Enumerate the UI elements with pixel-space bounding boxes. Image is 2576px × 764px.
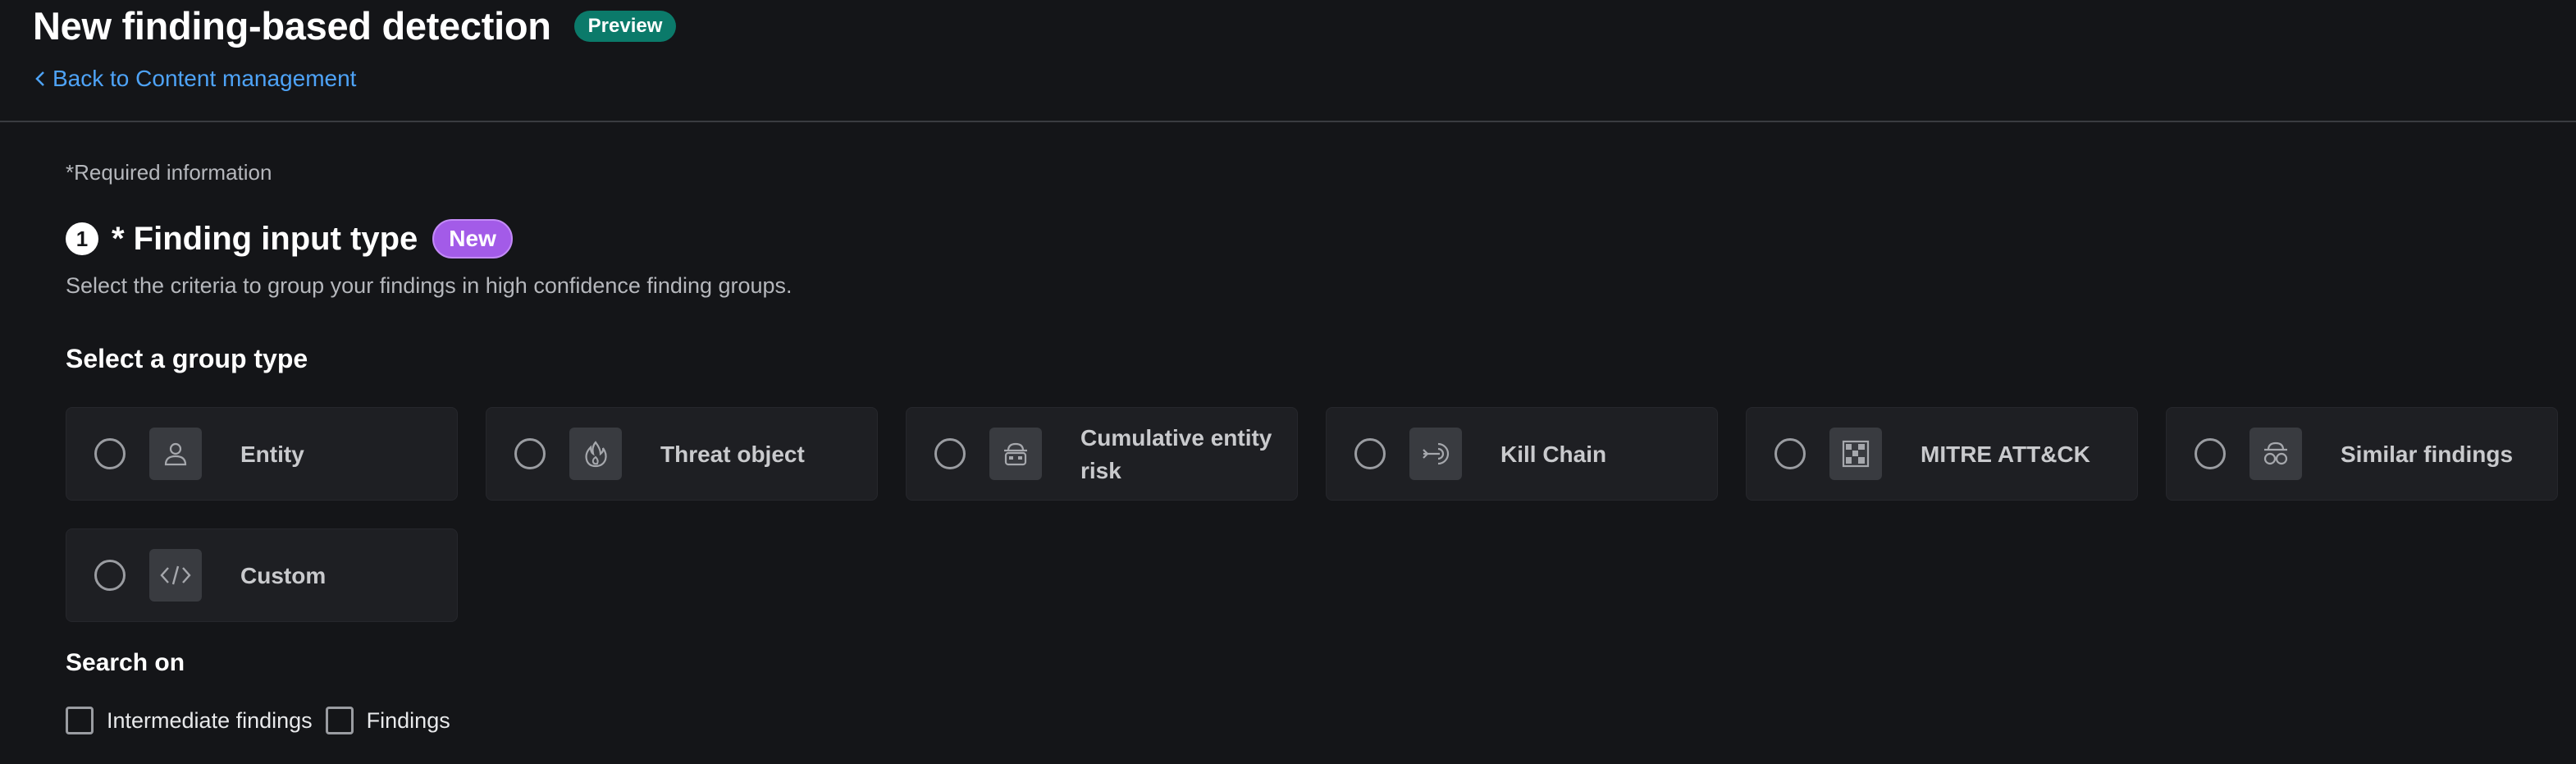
required-note: *Required information <box>66 160 272 185</box>
group-card-custom[interactable]: Custom <box>66 528 458 622</box>
intermediate-findings-checkbox[interactable] <box>66 707 94 734</box>
search-on-options: Intermediate findings Findings <box>66 707 464 734</box>
section-title: * Finding input type <box>112 220 418 257</box>
radio-button[interactable] <box>514 438 546 469</box>
intermediate-findings-label: Intermediate findings <box>107 707 313 733</box>
findings-label: Findings <box>366 707 450 733</box>
spy-icon <box>2249 428 2302 480</box>
back-link-label: Back to Content management <box>53 66 357 91</box>
person-icon <box>149 428 202 480</box>
findings-checkbox[interactable] <box>325 707 354 734</box>
group-card-cumulative-entity-risk[interactable]: Cumulative entity risk <box>906 407 1298 501</box>
preview-badge: Preview <box>573 10 677 42</box>
code-icon <box>149 549 202 602</box>
group-card-label: Custom <box>240 563 327 588</box>
page-title: New finding-based detection <box>33 4 551 48</box>
group-card-label: Kill Chain <box>1500 441 1607 467</box>
radio-button[interactable] <box>2195 438 2226 469</box>
group-card-label: Similar findings <box>2341 441 2514 467</box>
group-card-label: Entity <box>240 441 304 467</box>
group-card-entity[interactable]: Entity <box>66 407 458 501</box>
group-card-threat-object[interactable]: Threat object <box>486 407 878 501</box>
back-to-content-management-link[interactable]: Back to Content management <box>33 66 356 92</box>
group-card-label: Threat object <box>660 441 805 467</box>
target-arrow-icon <box>1409 428 1462 480</box>
radio-button[interactable] <box>1774 438 1806 469</box>
group-type-label: Select a group type <box>66 344 308 373</box>
matrix-grid-icon <box>1829 428 1882 480</box>
chevron-left-icon <box>35 71 44 86</box>
section-header: 1 * Finding input type New <box>66 219 513 258</box>
radio-button[interactable] <box>1354 438 1386 469</box>
title-row: New finding-based detection Preview <box>33 3 677 48</box>
fire-icon <box>569 428 622 480</box>
radio-button[interactable] <box>94 560 126 591</box>
group-card-mitre-attack[interactable]: MITRE ATT&CK <box>1746 407 2138 501</box>
section-description: Select the criteria to group your findin… <box>66 273 792 298</box>
step-number: 1 <box>66 222 98 255</box>
robber-mask-icon <box>989 428 1042 480</box>
new-badge: New <box>432 219 513 258</box>
group-card-similar-findings[interactable]: Similar findings <box>2166 407 2558 501</box>
group-card-kill-chain[interactable]: Kill Chain <box>1326 407 1718 501</box>
page-header: New finding-based detection Preview Back… <box>0 0 2576 122</box>
radio-button[interactable] <box>94 438 126 469</box>
radio-button[interactable] <box>934 438 966 469</box>
group-card-label: MITRE ATT&CK <box>1921 441 2090 467</box>
search-on-label: Search on <box>66 649 185 676</box>
group-card-label: Cumulative entity risk <box>1080 425 1272 483</box>
